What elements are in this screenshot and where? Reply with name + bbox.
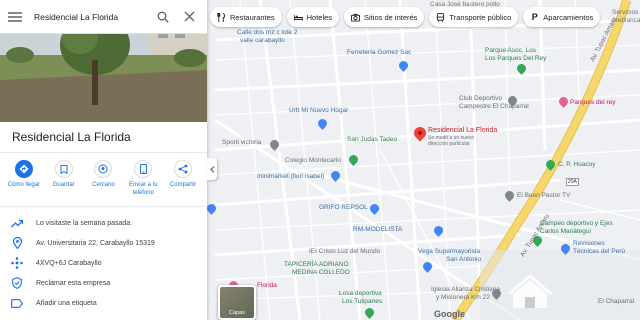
map-label: Revisiones bbox=[573, 240, 605, 247]
send-to-phone-button[interactable]: Enviar a tu teléfono bbox=[124, 160, 162, 197]
restaurant-icon bbox=[217, 12, 226, 22]
map-label: Ferretería Gomez Sac bbox=[347, 49, 412, 56]
info-text: Reclamar esta empresa bbox=[36, 279, 111, 287]
save-button[interactable]: Guardar bbox=[45, 160, 83, 197]
info-row-address[interactable]: Av. Universitaria 22, Carabayllo 15319 bbox=[0, 234, 207, 252]
map-label: Club Deportivo bbox=[459, 95, 502, 102]
chip-hotels[interactable]: Hoteles bbox=[286, 7, 340, 27]
verified-shield-icon bbox=[11, 277, 23, 289]
action-label: Cómo llegar bbox=[7, 182, 41, 188]
share-icon bbox=[174, 160, 193, 178]
map-label: Campeo deportivo y Ejes bbox=[540, 220, 613, 227]
collapse-panel-button[interactable] bbox=[207, 158, 217, 180]
action-label: Guardar bbox=[52, 182, 75, 188]
map-label: Calle dos mz c lote 2 bbox=[237, 29, 298, 36]
share-button[interactable]: Compartir bbox=[164, 160, 202, 197]
nearby-icon bbox=[94, 160, 113, 178]
bookmark-icon bbox=[54, 160, 73, 178]
chip-label: Aparcamientos bbox=[543, 12, 594, 22]
layers-label: Capas bbox=[229, 310, 245, 316]
map-label: y Misionera Km 22 bbox=[436, 294, 490, 301]
search-icon[interactable] bbox=[157, 11, 169, 23]
map-label: Urb Mi Nuevo Hogar bbox=[289, 107, 349, 114]
directions-button[interactable]: Cómo llegar bbox=[5, 160, 43, 197]
map-label: Carlos Mariátegui bbox=[540, 228, 591, 235]
map-label: Residencial La Florida bbox=[428, 127, 498, 134]
info-row-plus-code[interactable]: 4XVQ+6J Carabayllo bbox=[0, 254, 207, 272]
map-label: San Judas Tadeo bbox=[347, 136, 398, 143]
map-label: MEDINA COLLEDO bbox=[292, 269, 350, 276]
map-label: Parques del rey bbox=[570, 99, 616, 106]
map-label: GRIFO REPSOL bbox=[319, 204, 368, 211]
google-logo: Google bbox=[434, 309, 465, 319]
layers-button[interactable]: Capas bbox=[218, 285, 256, 320]
location-pin-icon bbox=[11, 237, 23, 249]
camera-icon bbox=[351, 13, 361, 22]
info-text: Añadir una etiqueta bbox=[36, 299, 97, 307]
category-chips: Restaurantes Hoteles Sitios de interés T… bbox=[210, 7, 601, 27]
chip-label: Sitios de interés bbox=[364, 12, 418, 22]
plus-code-icon bbox=[11, 257, 23, 269]
map-label: El Chaparral bbox=[598, 298, 635, 305]
search-bar bbox=[0, 0, 207, 34]
highway-badge: 20A bbox=[566, 178, 579, 186]
info-text: Av. Universitaria 22, Carabayllo 15319 bbox=[36, 239, 155, 247]
parking-icon: P bbox=[531, 12, 538, 22]
map-label: San Antonio bbox=[446, 256, 482, 263]
info-text: 4XVQ+6J Carabayllo bbox=[36, 259, 102, 267]
label-icon bbox=[11, 298, 23, 308]
info-row-claim[interactable]: Reclamar esta empresa bbox=[0, 274, 207, 292]
map-label: Los Tulipanes bbox=[342, 298, 383, 305]
map-label: Vega Supermayorista bbox=[418, 248, 481, 255]
map-label: TAPICERÍA ADRIANO bbox=[284, 261, 349, 268]
close-icon[interactable] bbox=[184, 11, 195, 22]
search-input[interactable] bbox=[34, 11, 144, 22]
map-label: minimarket (fiori isabel) bbox=[257, 173, 325, 180]
info-row-visited[interactable]: Lo visitaste la semana pasada. bbox=[0, 214, 207, 232]
map-label: dirección particular bbox=[428, 141, 470, 147]
chip-restaurants[interactable]: Restaurantes bbox=[210, 7, 282, 27]
chip-attractions[interactable]: Sitios de interés bbox=[344, 7, 425, 27]
map-label: RM-MODELISTA bbox=[353, 226, 403, 233]
directions-icon bbox=[14, 160, 33, 178]
map-label: valle carabayllo bbox=[240, 37, 285, 44]
action-label: Compartir bbox=[169, 182, 197, 188]
action-buttons: Cómo llegar Guardar Cercano Enviar a tu t… bbox=[0, 160, 207, 197]
chip-parking[interactable]: P Aparcamientos bbox=[523, 7, 601, 27]
place-title: Residencial La Florida bbox=[12, 130, 131, 144]
map-label: C. P. Huacoy bbox=[558, 161, 596, 168]
transit-icon bbox=[436, 12, 445, 22]
nearby-button[interactable]: Cercano bbox=[84, 160, 122, 197]
map-label: Colegio Montecarlo bbox=[285, 157, 342, 164]
divider bbox=[0, 206, 207, 207]
chip-label: Hoteles bbox=[306, 12, 333, 22]
chip-label: Restaurantes bbox=[230, 12, 275, 22]
trending-icon bbox=[11, 219, 23, 228]
map-label: Técnicas del Perú bbox=[573, 248, 626, 255]
map-label: Sporti victoria bbox=[222, 139, 262, 146]
street-view-house-icon[interactable] bbox=[503, 272, 557, 312]
menu-icon[interactable] bbox=[8, 11, 22, 22]
map-label: IEI Cristo Luz del Mundo bbox=[309, 248, 381, 255]
action-label: Enviar a tu teléfono bbox=[128, 182, 158, 196]
map-label: Los Parques Del Rey bbox=[485, 55, 547, 62]
divider bbox=[0, 152, 207, 153]
chevron-left-icon bbox=[209, 165, 214, 173]
map-label: Servicios bbox=[612, 9, 639, 16]
info-row-label[interactable]: Añadir una etiqueta bbox=[0, 294, 207, 312]
place-panel: Residencial La Florida Cómo llegar Guard… bbox=[0, 0, 207, 320]
chip-label: Transporte público bbox=[449, 12, 512, 22]
map-label: El Buen Pastor TV bbox=[517, 192, 571, 199]
map-label: Campestre El Chaparral bbox=[459, 103, 529, 110]
map-label: Florida bbox=[257, 282, 277, 289]
chip-transit[interactable]: Transporte público bbox=[429, 7, 519, 27]
map-label: Iglesia Alianza Cristiana bbox=[431, 286, 501, 293]
map-label: Parque Asoc. Los bbox=[485, 47, 536, 54]
phone-icon bbox=[134, 160, 153, 178]
info-text: Lo visitaste la semana pasada. bbox=[36, 219, 133, 227]
hotel-icon bbox=[293, 13, 303, 22]
action-label: Cercano bbox=[92, 182, 115, 188]
map-label: Losa deportiva bbox=[339, 290, 382, 297]
